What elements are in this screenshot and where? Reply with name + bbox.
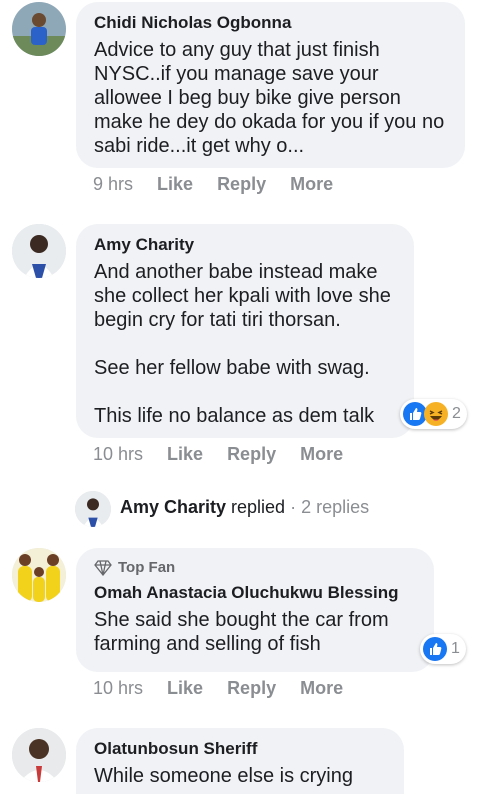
reaction-summary[interactable]: 1	[420, 634, 466, 664]
comment-text: She said she bought the car from farming…	[94, 609, 389, 655]
comment-bubble: Top Fan Omah Anastacia Oluchukwu Blessin…	[76, 548, 434, 672]
comment-actions: 10 hrs Like Reply More	[93, 444, 367, 465]
haha-icon	[424, 402, 448, 426]
comment-text: While someone else is crying	[94, 765, 353, 787]
comment-author[interactable]: Chidi Nicholas Ogbonna	[94, 12, 447, 34]
reply-author: Amy Charity	[120, 497, 227, 517]
top-fan-label: Top Fan	[118, 559, 176, 576]
reply-count: · 2 replies	[290, 497, 370, 517]
comment-time: 9 hrs	[93, 174, 134, 194]
reaction-count: 2	[452, 405, 461, 422]
reply-verb: replied	[231, 497, 286, 517]
reaction-count: 1	[451, 640, 460, 657]
comment-time: 10 hrs	[93, 444, 144, 464]
view-replies-link[interactable]: Amy Charity replied · 2 replies	[120, 497, 369, 518]
avatar[interactable]	[12, 224, 66, 278]
more-button[interactable]: More	[300, 678, 343, 699]
comment-text: Advice to any guy that just finish NYSC.…	[94, 39, 445, 157]
reply-button[interactable]: Reply	[227, 444, 276, 465]
diamond-icon	[94, 560, 112, 576]
comment-bubble: Amy Charity And another babe instead mak…	[76, 224, 414, 438]
more-button[interactable]: More	[290, 174, 333, 195]
comment-actions: 9 hrs Like Reply More	[93, 174, 357, 195]
comment-text: And another babe instead make she collec…	[94, 261, 391, 427]
reaction-summary[interactable]: 2	[400, 399, 467, 429]
avatar[interactable]	[12, 728, 66, 782]
comment-bubble: Olatunbosun Sheriff While someone else i…	[76, 728, 404, 794]
like-button[interactable]: Like	[167, 678, 203, 699]
comment-actions: 10 hrs Like Reply More	[93, 678, 367, 699]
avatar[interactable]	[12, 548, 66, 602]
comment-author[interactable]: Amy Charity	[94, 234, 396, 256]
comment-bubble: Chidi Nicholas Ogbonna Advice to any guy…	[76, 2, 465, 168]
avatar[interactable]	[12, 2, 66, 56]
like-icon	[423, 637, 447, 661]
comment-author[interactable]: Omah Anastacia Oluchukwu Blessing	[94, 582, 416, 604]
reply-button[interactable]: Reply	[217, 174, 266, 195]
like-button[interactable]: Like	[167, 444, 203, 465]
top-fan-badge: Top Fan	[94, 558, 416, 578]
comment-author[interactable]: Olatunbosun Sheriff	[94, 738, 386, 760]
reply-avatar[interactable]	[75, 491, 111, 527]
comment-time: 10 hrs	[93, 678, 144, 698]
reply-button[interactable]: Reply	[227, 678, 276, 699]
more-button[interactable]: More	[300, 444, 343, 465]
like-button[interactable]: Like	[157, 174, 193, 195]
